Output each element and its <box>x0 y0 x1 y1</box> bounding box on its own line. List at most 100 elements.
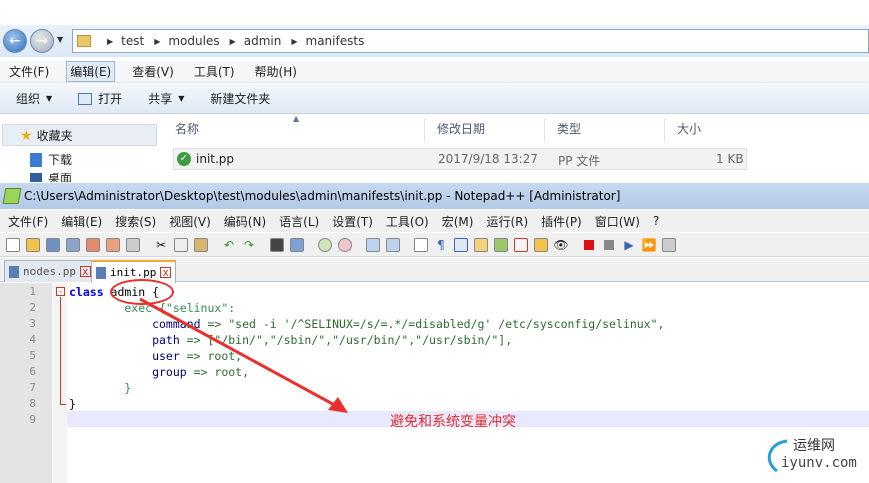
notepadpp-app-icon <box>2 188 22 204</box>
address-bar-row: ← → ▼ ▶ test ▶ modules ▶ admin ▶ manifes… <box>0 25 869 57</box>
breadcrumb-test[interactable]: test <box>121 34 144 48</box>
menu-view[interactable]: 查看(V) <box>129 62 177 81</box>
history-dropdown-icon[interactable]: ▼ <box>57 35 67 47</box>
breadcrumb-manifests[interactable]: manifests <box>306 34 365 48</box>
find-icon[interactable] <box>268 236 286 254</box>
nav-downloads-label: 下载 <box>48 153 73 167</box>
watermark-brand: 运维网 <box>793 438 835 454</box>
copy-icon[interactable] <box>172 236 190 254</box>
npp-menu-view[interactable]: 视图(V) <box>169 213 211 230</box>
paste-icon[interactable] <box>192 236 210 254</box>
npp-menu-search[interactable]: 搜索(S) <box>115 213 156 230</box>
toolbar-separator <box>260 236 266 254</box>
zoom-in-icon[interactable] <box>316 236 334 254</box>
watermark-logo: 运维网 iyunv.com <box>763 435 863 477</box>
sync-vertical-icon[interactable] <box>364 236 382 254</box>
zoom-out-icon[interactable] <box>336 236 354 254</box>
npp-menu-window[interactable]: 窗口(W) <box>595 213 640 230</box>
file-name: init.pp <box>196 152 235 166</box>
close-tab-icon[interactable]: x <box>160 267 171 278</box>
column-size[interactable]: 大小 <box>665 118 745 142</box>
indent-guide-icon[interactable] <box>452 236 470 254</box>
share-label: 共享 <box>148 92 173 106</box>
desktop-icon <box>30 173 42 182</box>
npp-menu-settings[interactable]: 设置(T) <box>332 213 373 230</box>
toolbar: ✂ ↶ ↷ ¶ 👁 ▶ ⏩ <box>0 233 869 257</box>
file-size: 1 KB <box>716 152 744 166</box>
arrow-head <box>328 397 348 413</box>
save-all-icon[interactable] <box>64 236 82 254</box>
chevron-right-icon[interactable]: ▶ <box>230 37 236 46</box>
forward-button[interactable]: → <box>30 29 54 53</box>
address-field[interactable]: ▶ test ▶ modules ▶ admin ▶ manifests <box>72 29 869 53</box>
column-name[interactable]: 名称 <box>163 118 425 142</box>
folder-workspace-icon[interactable] <box>532 236 550 254</box>
breadcrumb-modules[interactable]: modules <box>168 34 219 48</box>
npp-menu-run[interactable]: 运行(R) <box>486 213 528 230</box>
show-all-chars-icon[interactable]: ¶ <box>432 236 450 254</box>
back-button[interactable]: ← <box>3 29 27 53</box>
run-macro-multiple-icon[interactable]: ⏩ <box>640 236 658 254</box>
save-macro-icon[interactable] <box>660 236 678 254</box>
toolbar-separator <box>356 236 362 254</box>
replace-icon[interactable] <box>288 236 306 254</box>
function-list-icon[interactable] <box>512 236 530 254</box>
breadcrumb-admin[interactable]: admin <box>244 34 282 48</box>
chevron-right-icon[interactable]: ▶ <box>291 37 297 46</box>
file-tab-icon <box>96 266 106 279</box>
file-row[interactable]: ✓ init.pp 2017/9/18 13:27 PP 文件 1 KB <box>173 148 747 170</box>
npp-menu-tools[interactable]: 工具(O) <box>386 213 429 230</box>
menu-tools[interactable]: 工具(T) <box>191 62 238 81</box>
menu-file[interactable]: 文件(F) <box>6 62 52 81</box>
npp-menu-language[interactable]: 语言(L) <box>279 213 319 230</box>
doc-map-icon[interactable] <box>492 236 510 254</box>
share-button[interactable]: 共享 ▼ <box>148 90 184 107</box>
sync-horizontal-icon[interactable] <box>384 236 402 254</box>
new-folder-button[interactable]: 新建文件夹 <box>210 90 270 107</box>
file-tab-icon <box>9 265 19 278</box>
code-editor[interactable]: - 1 2 3 4 5 6 7 8 9 class admin { exec {… <box>0 279 869 483</box>
close-file-icon[interactable] <box>84 236 102 254</box>
file-type: PP 文件 <box>558 154 601 168</box>
play-macro-icon[interactable]: ▶ <box>620 236 638 254</box>
chevron-right-icon[interactable]: ▶ <box>154 37 160 46</box>
save-icon[interactable] <box>44 236 62 254</box>
npp-menu-edit[interactable]: 编辑(E) <box>61 213 102 230</box>
word-wrap-icon[interactable] <box>412 236 430 254</box>
nav-desktop[interactable]: 桌面 <box>30 173 72 182</box>
close-tab-icon[interactable]: x <box>79 266 91 277</box>
open-label: 打开 <box>98 92 123 106</box>
menu-help[interactable]: 帮助(H) <box>252 62 300 81</box>
redo-icon[interactable]: ↷ <box>240 236 258 254</box>
chevron-right-icon[interactable]: ▶ <box>107 37 113 46</box>
folder-icon <box>77 35 91 47</box>
undo-icon[interactable]: ↶ <box>220 236 238 254</box>
user-lang-icon[interactable] <box>472 236 490 254</box>
record-macro-icon[interactable] <box>580 236 598 254</box>
stop-macro-icon[interactable] <box>600 236 618 254</box>
open-button[interactable]: 打开 <box>78 90 122 107</box>
open-file-icon[interactable] <box>24 236 42 254</box>
column-type[interactable]: 类型 <box>545 118 665 142</box>
close-all-icon[interactable] <box>104 236 122 254</box>
navigation-pane: ★ 收藏夹 下载 桌面 <box>0 118 157 182</box>
nav-favorites[interactable]: ★ 收藏夹 <box>20 127 73 144</box>
npp-menu-encoding[interactable]: 编码(N) <box>224 213 266 230</box>
print-icon[interactable] <box>124 236 142 254</box>
npp-menu-plugins[interactable]: 插件(P) <box>541 213 582 230</box>
tab-init-label: init.pp <box>110 266 157 279</box>
nav-downloads[interactable]: 下载 <box>30 151 72 168</box>
tab-nodes[interactable]: nodes.pp x <box>4 260 96 282</box>
menu-edit[interactable]: 编辑(E) <box>66 61 116 82</box>
cut-icon[interactable]: ✂ <box>152 236 170 254</box>
new-file-icon[interactable] <box>4 236 22 254</box>
toolbar-separator <box>572 236 578 254</box>
monitoring-icon[interactable]: 👁 <box>552 236 570 254</box>
npp-menu-help[interactable]: ? <box>653 214 659 228</box>
dropdown-arrow-icon: ▼ <box>46 94 53 103</box>
organize-button[interactable]: 组织 ▼ <box>16 90 52 107</box>
npp-menu-file[interactable]: 文件(F) <box>8 213 48 230</box>
window-title: C:\Users\Administrator\Desktop\test\modu… <box>24 189 621 203</box>
column-modified[interactable]: 修改日期 <box>425 118 545 142</box>
npp-menu-macro[interactable]: 宏(M) <box>442 213 474 230</box>
